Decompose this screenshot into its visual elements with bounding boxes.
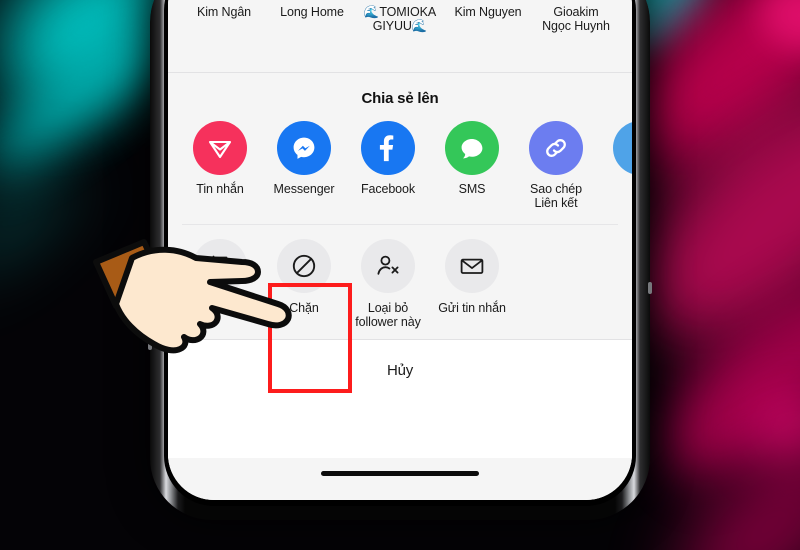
- share-item-label: Messenger: [273, 182, 335, 196]
- person-name: Kim Ngân: [196, 5, 252, 19]
- home-indicator: [321, 471, 479, 476]
- action-item-label-line2: follower này: [355, 315, 421, 329]
- messenger-icon: [277, 121, 331, 175]
- share-item-tin-nhan[interactable]: Tin nhắn: [178, 121, 262, 210]
- person-name-line1: Gioakim: [553, 5, 599, 19]
- share-item-messenger[interactable]: Messenger: [262, 121, 346, 210]
- people-section: Kim Ngân L Long Home 🌊TOMIOKA: [168, 0, 632, 72]
- action-item-label: Gửi tin nhắn: [438, 301, 506, 315]
- action-item-remove-follower[interactable]: Loại bỏ follower này: [346, 239, 430, 329]
- person-name-line2: GIYUU🌊: [372, 19, 428, 33]
- share-item-label: Sao chép Liên kết: [530, 182, 582, 210]
- person-item[interactable]: L Long Home: [268, 0, 356, 19]
- share-item-label: Tin nhắn: [196, 182, 244, 196]
- share-item-copy-link[interactable]: Sao chép Liên kết: [514, 121, 598, 210]
- person-item[interactable]: Gioakim Ngọc Huynh: [532, 0, 620, 33]
- person-item[interactable]: Kim Ngân: [180, 0, 268, 19]
- person-name: 🌊TOMIOKA GIYUU🌊: [364, 5, 436, 33]
- person-name-line1: 🌊TOMIOKA: [363, 5, 437, 19]
- person-name: Long Home: [280, 5, 344, 19]
- action-item-send-message[interactable]: Gửi tin nhắn: [430, 239, 514, 329]
- twitter-icon: [613, 121, 632, 175]
- share-item-label: Facebook: [360, 182, 416, 196]
- share-item-twitter[interactable]: T: [598, 121, 632, 210]
- person-item[interactable]: Kim Nguyen: [444, 0, 532, 19]
- share-section: Chia sẻ lên Tin nhắn Messenger Facebook …: [168, 73, 632, 224]
- paper-plane-icon: [193, 121, 247, 175]
- share-row: Tin nhắn Messenger Facebook SMS Sao chép…: [168, 121, 632, 224]
- person-name-line2: Ngọc Huynh: [542, 19, 610, 33]
- phone-side-button-right[interactable]: [648, 282, 652, 294]
- background-streak-teal-3: [0, 156, 86, 284]
- action-item-label-line1: Loại bỏ: [367, 301, 409, 315]
- person-item[interactable]: 🌊TOMIOKA GIYUU🌊: [356, 0, 444, 33]
- link-icon: [529, 121, 583, 175]
- people-row: Kim Ngân L Long Home 🌊TOMIOKA: [168, 0, 632, 72]
- sms-bubble-icon: [445, 121, 499, 175]
- share-item-label: SMS: [458, 182, 486, 196]
- person-name: Gioakim Ngọc Huynh: [542, 5, 610, 33]
- remove-follower-icon: [361, 239, 415, 293]
- facebook-icon: [361, 121, 415, 175]
- pointing-hand-icon: [92, 236, 307, 366]
- share-item-sms[interactable]: SMS: [430, 121, 514, 210]
- share-item-label-line1: Sao chép: [529, 182, 583, 196]
- action-item-label: Loại bỏ follower này: [355, 301, 421, 329]
- share-item-label-line2: Liên kết: [534, 196, 578, 210]
- envelope-icon: [445, 239, 499, 293]
- share-item-facebook[interactable]: Facebook: [346, 121, 430, 210]
- person-name: Kim Nguyen: [454, 5, 522, 19]
- share-section-title: Chia sẻ lên: [361, 90, 439, 107]
